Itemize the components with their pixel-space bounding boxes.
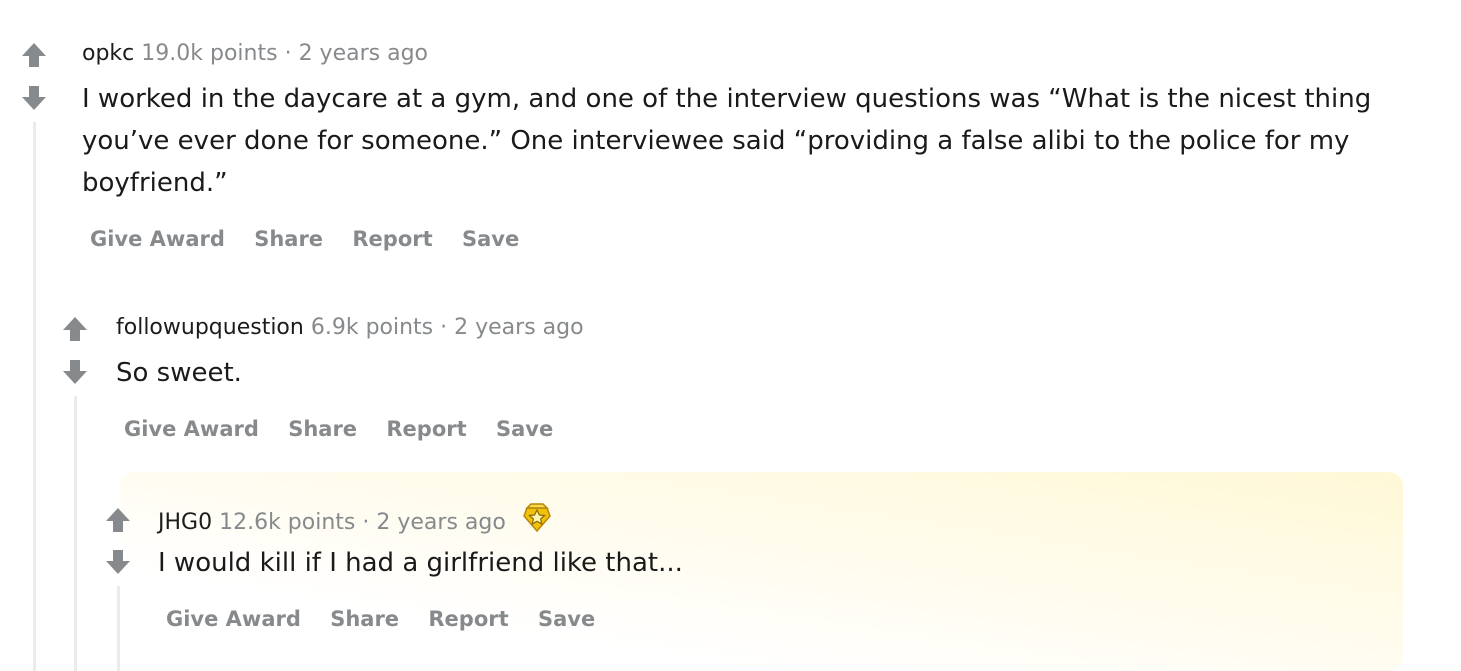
comment-meta: followupquestion 6.9k points · 2 years a… (116, 314, 584, 342)
comment-time[interactable]: 2 years ago (454, 315, 583, 340)
meta-separator: · (362, 510, 370, 535)
give-award-button[interactable]: Give Award (124, 417, 259, 441)
comment-time[interactable]: 2 years ago (299, 41, 428, 66)
meta-separator: · (440, 315, 448, 340)
save-button[interactable]: Save (462, 227, 519, 251)
report-button[interactable]: Report (428, 607, 508, 631)
comment-body: So sweet. (116, 358, 242, 388)
upvote-icon[interactable] (105, 507, 131, 533)
thread-line[interactable] (33, 122, 36, 671)
upvote-icon[interactable] (62, 316, 88, 342)
comment-meta: opkc 19.0k points · 2 years ago (82, 40, 428, 68)
gold-award-icon[interactable] (521, 502, 553, 540)
comment-time[interactable]: 2 years ago (376, 510, 505, 535)
upvote-icon[interactable] (21, 42, 47, 68)
comment-author[interactable]: followupquestion (116, 315, 304, 340)
meta-separator: · (284, 41, 292, 66)
share-button[interactable]: Share (288, 417, 357, 441)
comment-points: 19.0k points (141, 41, 278, 66)
give-award-button[interactable]: Give Award (90, 227, 225, 251)
thread-line[interactable] (117, 586, 120, 671)
comment-points: 6.9k points (310, 315, 434, 340)
comment-meta: JHG0 12.6k points · 2 years ago (158, 502, 553, 542)
report-button[interactable]: Report (386, 417, 466, 441)
downvote-icon[interactable] (105, 549, 131, 575)
share-button[interactable]: Share (330, 607, 399, 631)
comment-points: 12.6k points (219, 510, 356, 535)
downvote-icon[interactable] (21, 85, 47, 111)
share-button[interactable]: Share (254, 227, 323, 251)
comment-body: I would kill if I had a girlfriend like … (158, 548, 683, 578)
comment-actions: Give Award Share Report Save (124, 417, 575, 441)
save-button[interactable]: Save (538, 607, 595, 631)
save-button[interactable]: Save (496, 417, 553, 441)
comment-actions: Give Award Share Report Save (90, 227, 541, 251)
comment-actions: Give Award Share Report Save (166, 607, 617, 631)
downvote-icon[interactable] (62, 359, 88, 385)
give-award-button[interactable]: Give Award (166, 607, 301, 631)
thread-line[interactable] (74, 396, 77, 671)
comment-author[interactable]: opkc (82, 41, 134, 66)
comment-author[interactable]: JHG0 (158, 510, 212, 535)
comment-body: I worked in the daycare at a gym, and on… (82, 84, 1372, 198)
report-button[interactable]: Report (352, 227, 432, 251)
